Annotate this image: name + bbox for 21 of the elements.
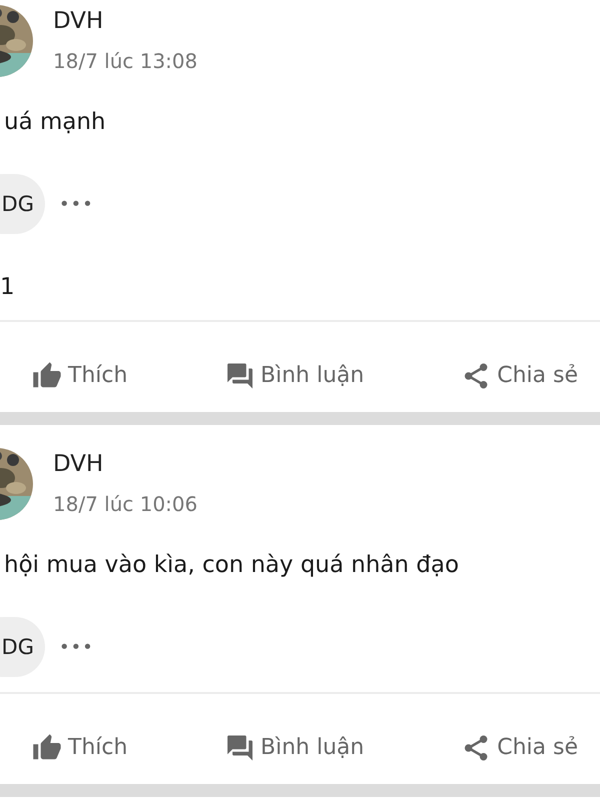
- like-button[interactable]: Thích: [32, 732, 128, 762]
- share-button[interactable]: Chia sẻ: [461, 360, 578, 390]
- comment-button[interactable]: Bình luận: [224, 732, 364, 762]
- author-name[interactable]: DVH: [53, 449, 198, 479]
- post-text: hội mua vào kìa, con này quá nhân đạo: [3, 551, 460, 580]
- reaction-chip[interactable]: DG: [0, 174, 45, 234]
- share-button[interactable]: Chia sẻ: [461, 732, 578, 762]
- comment-button[interactable]: Bình luận: [224, 360, 364, 390]
- chat-bubbles-icon: [224, 732, 255, 762]
- post-time: 18/7 lúc 10:06: [53, 491, 198, 518]
- post-text: uá mạnh: [3, 108, 107, 137]
- more-button[interactable]: •••: [59, 636, 94, 658]
- author-name[interactable]: DVH: [53, 6, 198, 36]
- like-button[interactable]: Thích: [32, 360, 128, 390]
- chat-bubbles-icon: [224, 360, 255, 390]
- more-button[interactable]: •••: [59, 194, 94, 214]
- thumbs-up-icon: [32, 360, 62, 390]
- reaction-chip[interactable]: DG: [0, 617, 45, 677]
- post-time: 18/7 lúc 13:08: [53, 48, 198, 75]
- comment-count: 1: [0, 273, 16, 302]
- thumbs-up-icon: [32, 732, 62, 762]
